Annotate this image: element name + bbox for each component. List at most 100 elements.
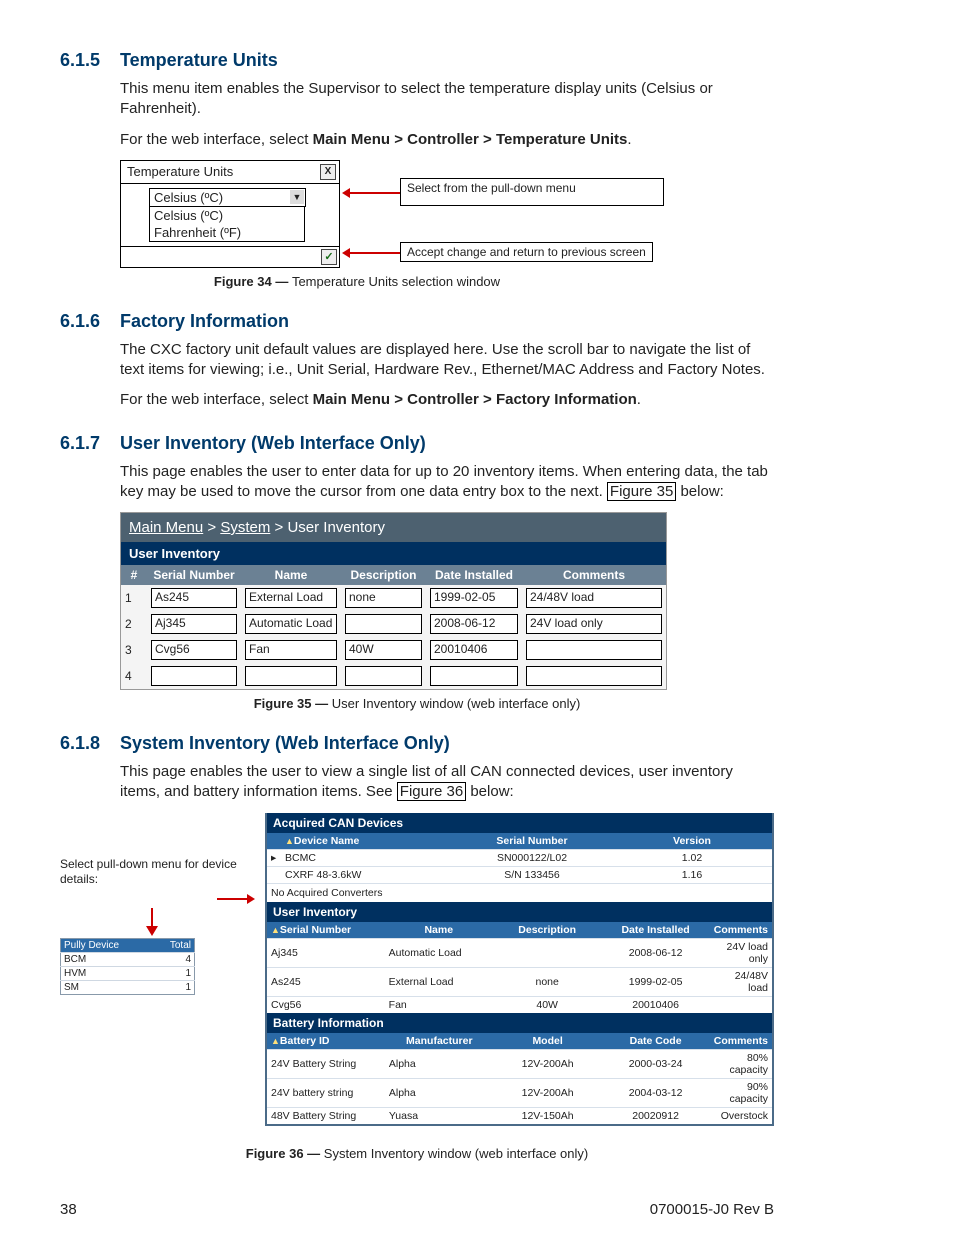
cell: HVM xyxy=(61,966,153,980)
col-date[interactable]: Date Installed xyxy=(601,922,709,939)
cell: Alpha xyxy=(385,1049,494,1078)
figure-label: Figure 36 — xyxy=(246,1146,324,1161)
col-serial[interactable]: ▲Serial Number xyxy=(267,922,385,939)
window-title: Temperature Units xyxy=(127,164,233,180)
callout-line xyxy=(217,898,247,900)
col-date[interactable]: Date Installed xyxy=(426,565,522,585)
battery-info-table: ▲Battery ID Manufacturer Model Date Code… xyxy=(267,1033,772,1124)
dropdown-options: Celsius (ºC) Fahrenheit (ºF) xyxy=(149,207,305,242)
figure-ref: Figure 36 xyxy=(397,782,466,801)
device-totals-table: Pully Device Total BCM4HVM1SM1 xyxy=(60,938,195,995)
cell-input[interactable]: 2008-06-12 xyxy=(430,614,518,634)
col-model[interactable]: Model xyxy=(494,1033,602,1050)
section-title-user-inventory: User Inventory (Web Interface Only) xyxy=(120,433,426,454)
section-number-617: 6.1.7 xyxy=(60,433,120,454)
table-row: Aj345Automatic Load2008-06-1224V load on… xyxy=(267,938,772,967)
cell-input[interactable] xyxy=(151,666,237,686)
section-title-temperature-units: Temperature Units xyxy=(120,50,278,71)
col-name[interactable]: Name xyxy=(241,565,341,585)
cell: 24/48V load xyxy=(710,967,772,996)
cell: BCMC xyxy=(281,849,452,866)
col-name[interactable]: Name xyxy=(385,922,493,939)
cell-input[interactable]: Automatic Load xyxy=(245,614,337,634)
doc-id: 0700015-J0 Rev B xyxy=(650,1201,774,1218)
table-row[interactable]: HVM1 xyxy=(61,966,195,980)
cell: 20010406 xyxy=(601,996,709,1013)
chevron-down-icon[interactable]: ▼ xyxy=(290,190,304,204)
breadcrumb-main-menu[interactable]: Main Menu xyxy=(129,519,203,536)
body-text-span: below: xyxy=(466,783,514,800)
col-comments[interactable]: Comments xyxy=(710,922,772,939)
cell: 2000-03-24 xyxy=(601,1049,709,1078)
table-row: As245External Loadnone1999-02-0524/48V l… xyxy=(267,967,772,996)
col-device-name[interactable]: ▲Device Name xyxy=(281,833,452,850)
cell-input[interactable]: 1999-02-05 xyxy=(430,588,518,608)
callout-line xyxy=(350,252,400,254)
breadcrumb-system[interactable]: System xyxy=(220,519,270,536)
cell-input[interactable] xyxy=(245,666,337,686)
cell: SN000122/L02 xyxy=(452,849,612,866)
body-text: For the web interface, select Main Menu … xyxy=(120,130,774,150)
col-description[interactable]: Description xyxy=(493,922,602,939)
cell-input[interactable]: External Load xyxy=(245,588,337,608)
col-comments[interactable]: Comments xyxy=(710,1033,772,1050)
col-serial[interactable]: Serial Number xyxy=(147,565,241,585)
col-comments[interactable]: Comments xyxy=(522,565,666,585)
cell-input[interactable]: Aj345 xyxy=(151,614,237,634)
cell-input[interactable]: 24/48V load xyxy=(526,588,662,608)
cell-input[interactable]: none xyxy=(345,588,422,608)
figure-caption: System Inventory window (web interface o… xyxy=(324,1146,588,1161)
body-text-span: For the web interface, select xyxy=(120,391,313,408)
expand-icon[interactable] xyxy=(267,866,281,883)
table-row[interactable]: BCM4 xyxy=(61,952,195,966)
col-version[interactable]: Version xyxy=(612,833,772,850)
cell-input[interactable] xyxy=(526,640,662,660)
arrow-down-icon xyxy=(146,926,158,936)
option-celsius[interactable]: Celsius (ºC) xyxy=(150,207,304,224)
cell: 12V-200Ah xyxy=(494,1049,602,1078)
cell-input[interactable]: Fan xyxy=(245,640,337,660)
table-row: 4 xyxy=(121,663,666,689)
breadcrumb: Main Menu > System > User Inventory xyxy=(121,513,666,542)
option-fahrenheit[interactable]: Fahrenheit (ºF) xyxy=(150,224,304,241)
table-row[interactable]: SM1 xyxy=(61,980,195,994)
cell-input[interactable]: 24V load only xyxy=(526,614,662,634)
col-description[interactable]: Description xyxy=(341,565,426,585)
cell: 24V Battery String xyxy=(267,1049,385,1078)
close-button[interactable]: X xyxy=(320,164,336,180)
table-row: 48V Battery StringYuasa12V-150Ah20020912… xyxy=(267,1107,772,1124)
cell: 24V battery string xyxy=(267,1078,385,1107)
section-number-616: 6.1.6 xyxy=(60,311,120,332)
cell-input[interactable] xyxy=(345,666,422,686)
can-devices-title: Acquired CAN Devices xyxy=(267,813,772,833)
figure-ref: Figure 35 xyxy=(607,482,676,501)
cell: External Load xyxy=(385,967,493,996)
accept-button[interactable]: ✓ xyxy=(321,249,337,265)
battery-info-title: Battery Information xyxy=(267,1013,772,1033)
cell-input[interactable]: 20010406 xyxy=(430,640,518,660)
col-battery-id[interactable]: ▲Battery ID xyxy=(267,1033,385,1050)
cell: CXRF 48-3.6kW xyxy=(281,866,452,883)
arrow-icon xyxy=(342,248,350,258)
section-number-615: 6.1.5 xyxy=(60,50,120,71)
table-title: User Inventory xyxy=(121,542,666,565)
user-inventory-window: Main Menu > System > User Inventory User… xyxy=(120,512,667,690)
no-converters-note: No Acquired Converters xyxy=(267,883,772,902)
col-date-code[interactable]: Date Code xyxy=(601,1033,709,1050)
dropdown-selected: Celsius (ºC) xyxy=(154,190,223,205)
body-text: This page enables the user to view a sin… xyxy=(120,762,774,803)
cell: 1 xyxy=(153,966,195,980)
breadcrumb-sep: > xyxy=(203,519,220,536)
expand-icon[interactable]: ▸ xyxy=(267,849,281,866)
col-manufacturer[interactable]: Manufacturer xyxy=(385,1033,494,1050)
cell-input[interactable] xyxy=(345,614,422,634)
col-serial[interactable]: Serial Number xyxy=(452,833,612,850)
cell-input[interactable] xyxy=(526,666,662,686)
cell-input[interactable]: 40W xyxy=(345,640,422,660)
cell: 12V-200Ah xyxy=(494,1078,602,1107)
cell-input[interactable] xyxy=(430,666,518,686)
cell-input[interactable]: Cvg56 xyxy=(151,640,237,660)
cell: Aj345 xyxy=(267,938,385,967)
cell-input[interactable]: As245 xyxy=(151,588,237,608)
units-dropdown[interactable]: Celsius (ºC) ▼ xyxy=(149,188,306,207)
